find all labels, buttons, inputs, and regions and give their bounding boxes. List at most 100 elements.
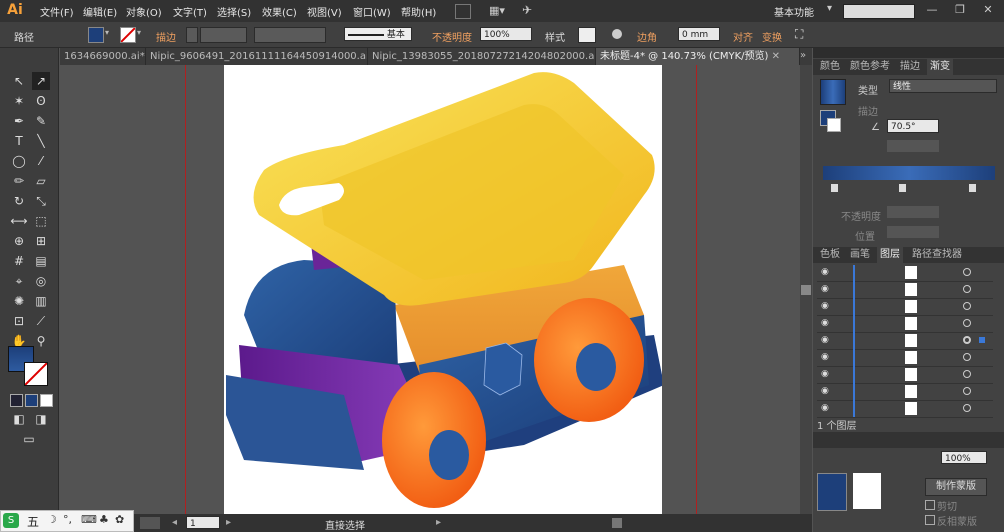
layer-row-selected[interactable]: ◉ bbox=[817, 333, 993, 350]
ime-moon-icon[interactable]: ☽ bbox=[47, 513, 57, 526]
artboard-tool-icon[interactable]: ⊡ bbox=[10, 312, 28, 330]
visibility-eye-icon[interactable]: ◉ bbox=[821, 353, 831, 362]
ime-settings-icon[interactable]: ✿ bbox=[115, 513, 124, 526]
symbol-sprayer-tool-icon[interactable]: ✺ bbox=[10, 292, 28, 310]
target-circle-icon[interactable] bbox=[963, 302, 971, 310]
gradient-type-select[interactable]: 线性 bbox=[889, 79, 997, 93]
perspective-grid-tool-icon[interactable]: ⊞ bbox=[32, 232, 50, 250]
selection-tool-icon[interactable]: ↖ bbox=[10, 72, 28, 90]
menu-help[interactable]: 帮助(H) bbox=[401, 4, 436, 19]
gradient-stroke-box[interactable] bbox=[827, 118, 841, 132]
tab-color-guide[interactable]: 颜色参考 bbox=[847, 59, 893, 75]
gradient-angle-field[interactable]: 70.5° bbox=[887, 119, 939, 133]
gradient-tool-icon[interactable]: ▤ bbox=[32, 252, 50, 270]
tab-color[interactable]: 颜色 bbox=[817, 59, 843, 75]
stroke-panel-link[interactable]: 描边 bbox=[156, 29, 176, 44]
eyedropper-tool-icon[interactable]: ⌖ bbox=[10, 272, 28, 290]
close-tab-icon[interactable]: ✕ bbox=[772, 51, 780, 62]
layer-row[interactable]: ◉ bbox=[817, 384, 993, 401]
layer-row[interactable]: ◉ bbox=[817, 299, 993, 316]
target-circle-icon[interactable] bbox=[963, 370, 971, 378]
aspect-ratio-field[interactable] bbox=[887, 140, 939, 152]
doc-tab-active[interactable]: 未标题-4* @ 140.73% (CMYK/预览) ✕ bbox=[596, 48, 800, 65]
width-tool-icon[interactable]: ⟷ bbox=[10, 212, 28, 230]
horizontal-scroll-thumb[interactable] bbox=[612, 518, 622, 528]
visibility-eye-icon[interactable]: ◉ bbox=[821, 302, 831, 311]
tab-layers[interactable]: 图层 bbox=[877, 247, 903, 263]
menu-edit[interactable]: 编辑(E) bbox=[83, 4, 117, 19]
doc-tab-3[interactable]: Nipic_13983055_20180727214204802000.ai* … bbox=[368, 48, 596, 65]
zoom-field[interactable] bbox=[140, 517, 160, 529]
help-search-input[interactable] bbox=[843, 4, 915, 19]
minimize-button[interactable]: — bbox=[918, 0, 946, 20]
target-circle-icon[interactable] bbox=[963, 404, 971, 412]
stroke-swatch[interactable] bbox=[120, 27, 136, 43]
eraser-tool-icon[interactable]: ▱ bbox=[32, 172, 50, 190]
rotate-tool-icon[interactable]: ↻ bbox=[10, 192, 28, 210]
gradient-stop-right[interactable] bbox=[969, 184, 976, 192]
column-graph-tool-icon[interactable]: ▥ bbox=[32, 292, 50, 310]
canvas-area[interactable] bbox=[60, 65, 800, 515]
fill-swatch[interactable] bbox=[88, 27, 104, 43]
transparency-opacity-field[interactable]: 100% bbox=[941, 451, 987, 464]
arrange-documents-icon[interactable]: ▦▾ bbox=[489, 4, 507, 17]
opacity-link[interactable]: 不透明度 bbox=[432, 29, 472, 44]
curvature-tool-icon[interactable]: ✎ bbox=[32, 112, 50, 130]
direct-selection-tool-icon[interactable]: ↗ bbox=[32, 72, 50, 90]
visibility-eye-icon[interactable]: ◉ bbox=[821, 319, 831, 328]
layer-row[interactable]: ◉ bbox=[817, 282, 993, 299]
pencil-tool-icon[interactable]: ✏ bbox=[10, 172, 28, 190]
status-menu-icon[interactable]: ▸ bbox=[436, 517, 441, 528]
next-artboard-icon[interactable]: ▸ bbox=[226, 517, 231, 528]
hex-joint-shape[interactable] bbox=[483, 342, 523, 396]
free-transform-tool-icon[interactable]: ⬚ bbox=[32, 212, 50, 230]
layer-row[interactable]: ◉ bbox=[817, 367, 993, 384]
gradient-preview-swatch[interactable] bbox=[820, 79, 846, 105]
target-circle-icon[interactable] bbox=[963, 387, 971, 395]
pen-tool-icon[interactable]: ✒ bbox=[10, 112, 28, 130]
panel-collapse-bar[interactable] bbox=[813, 48, 1004, 58]
variable-width-profile[interactable] bbox=[254, 27, 326, 43]
menu-effect[interactable]: 效果(C) bbox=[262, 4, 297, 19]
clip-checkbox[interactable] bbox=[925, 500, 935, 510]
invert-mask-checkbox[interactable] bbox=[925, 515, 935, 525]
doc-tab-2[interactable]: Nipic_9606491_20161111164450914000.ai* ✕ bbox=[146, 48, 368, 65]
guide-right[interactable] bbox=[696, 65, 697, 515]
tab-swatches[interactable]: 色板 bbox=[817, 247, 843, 263]
dump-truck-artwork[interactable] bbox=[224, 65, 664, 515]
doc-tab-1[interactable]: 1634669000.ai* bbox=[60, 48, 146, 65]
magic-wand-tool-icon[interactable]: ✶ bbox=[10, 92, 28, 110]
layer-row[interactable]: ◉ bbox=[817, 401, 993, 418]
gradient-slider[interactable] bbox=[823, 166, 995, 180]
menu-file[interactable]: 文件(F) bbox=[40, 4, 74, 19]
visibility-eye-icon[interactable]: ◉ bbox=[821, 387, 831, 396]
ime-keyboard-icon[interactable]: ⌨ bbox=[81, 513, 97, 526]
bridge-icon[interactable] bbox=[455, 4, 471, 19]
tab-pathfinder[interactable]: 路径查找器 bbox=[909, 247, 965, 263]
stroke-weight-field[interactable] bbox=[200, 27, 247, 43]
gradient-stop-middle[interactable] bbox=[899, 184, 906, 192]
ime-punct-icon[interactable]: °, bbox=[63, 513, 72, 526]
artboard[interactable] bbox=[224, 65, 664, 515]
stroke-color-box[interactable] bbox=[24, 362, 48, 386]
mask-thumbnail[interactable] bbox=[853, 473, 881, 509]
target-circle-icon[interactable] bbox=[963, 353, 971, 361]
layer-row[interactable]: ◉ bbox=[817, 265, 993, 282]
gradient-position-field[interactable] bbox=[887, 226, 939, 238]
ime-logo-icon[interactable]: S bbox=[3, 513, 19, 528]
make-mask-button[interactable]: 制作蒙版 bbox=[925, 478, 987, 496]
maximize-button[interactable]: ❐ bbox=[946, 0, 974, 20]
gpu-performance-icon[interactable]: ✈ bbox=[522, 3, 532, 17]
scale-tool-icon[interactable]: ⤡ bbox=[32, 192, 50, 210]
layer-row[interactable]: ◉ bbox=[817, 350, 993, 367]
visibility-eye-icon[interactable]: ◉ bbox=[821, 404, 831, 413]
none-mode-icon[interactable] bbox=[40, 394, 53, 407]
graphic-style-swatch[interactable] bbox=[578, 27, 596, 43]
stroke-dropdown-icon[interactable]: ▾ bbox=[137, 28, 141, 37]
opacity-field[interactable]: 100% bbox=[480, 27, 532, 41]
line-tool-icon[interactable]: ╲ bbox=[32, 132, 50, 150]
ime-mode-label[interactable]: 五 bbox=[27, 513, 39, 530]
screen-mode-icon[interactable]: ▭ bbox=[20, 430, 38, 448]
paintbrush-tool-icon[interactable]: ⁄ bbox=[32, 152, 50, 170]
layer-row[interactable]: ◉ bbox=[817, 316, 993, 333]
